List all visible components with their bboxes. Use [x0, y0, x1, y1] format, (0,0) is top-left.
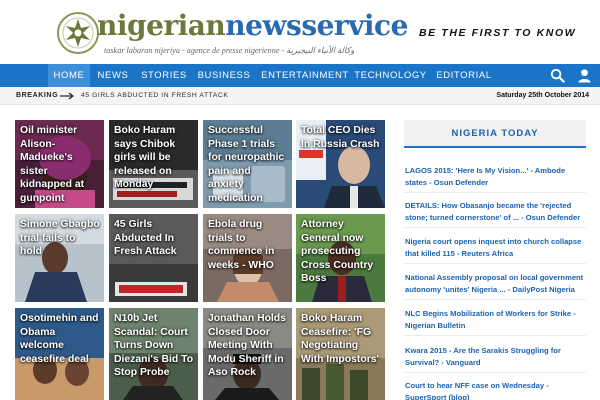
- news-tile-title: Simone Gbagbo trial fails to hold: [20, 219, 100, 257]
- news-tile-title: Total CEO Dies In Russia Crash: [301, 125, 380, 150]
- sidebar-link[interactable]: DETAILS: How Obasanjo became the 'reject…: [405, 200, 587, 223]
- header-slogan: BE THE FIRST TO KNOW: [419, 27, 577, 39]
- news-tile[interactable]: Attorney General now prosecuting Cross C…: [296, 214, 385, 302]
- sidebar-divider: [404, 263, 586, 264]
- sidebar-nigeria-today: NIGERIA TODAY LAGOS 2015: 'Here Is My Vi…: [404, 120, 586, 400]
- logo-wordmark: nigeriannewsservice: [97, 11, 408, 41]
- sidebar-divider: [404, 299, 586, 300]
- logo-emblem-icon: [57, 12, 99, 54]
- news-tile[interactable]: Successful Phase 1 trials for neuropathi…: [203, 120, 292, 208]
- breaking-label: BREAKING: [16, 92, 59, 99]
- news-tile[interactable]: Boko Haram Ceasefire: 'FG Negotiating Wi…: [296, 308, 385, 400]
- current-date: Saturday 25th October 2014: [496, 92, 589, 99]
- search-icon[interactable]: [550, 68, 565, 83]
- news-tile[interactable]: Ebola drug trials to commence in weeks -…: [203, 214, 292, 302]
- news-tile-title: Oil minister Alison-Madueke's sister kid…: [20, 125, 85, 204]
- nav-item-stories[interactable]: STORIES: [137, 64, 191, 87]
- sidebar-link[interactable]: LAGOS 2015: 'Here Is My Vision...' - Amb…: [405, 165, 587, 188]
- news-tile[interactable]: Jonathan Holds Closed Door Meeting With …: [203, 308, 292, 400]
- news-tile[interactable]: N10b Jet Scandal: Court Turns Down Dieza…: [109, 308, 198, 400]
- news-tile-title: Boko Haram says Chibok girls will be rel…: [114, 125, 176, 190]
- sidebar-title: NIGERIA TODAY: [451, 128, 539, 139]
- nav-item-technology[interactable]: TECHNOLOGY: [354, 64, 427, 87]
- sidebar-header: NIGERIA TODAY: [404, 120, 586, 148]
- nav-item-business[interactable]: BUSINESS: [194, 64, 254, 87]
- page: nigeriannewsservice taskar labaran nijer…: [0, 0, 600, 400]
- logo-part-newsservice: newsservice: [225, 9, 408, 42]
- news-tile[interactable]: Osotimehin and Obama welcome ceasefire d…: [15, 308, 104, 400]
- news-tile-title: Boko Haram Ceasefire: 'FG Negotiating Wi…: [301, 313, 379, 365]
- arrow-right-icon: [60, 92, 74, 100]
- user-icon[interactable]: [577, 68, 592, 83]
- logo-part-nigerian: nigerian: [97, 9, 226, 42]
- featured-grid: Oil minister Alison-Madueke's sister kid…: [15, 120, 385, 400]
- news-tile[interactable]: Simone Gbagbo trial fails to hold: [15, 214, 104, 302]
- news-tile-title: Attorney General now prosecuting Cross C…: [301, 219, 374, 284]
- news-tile[interactable]: 45 Girls Abducted In Fresh Attack: [109, 214, 198, 302]
- nav-item-entertainment[interactable]: ENTERTAINMENT: [260, 64, 350, 87]
- site-header: nigeriannewsservice taskar labaran nijer…: [0, 0, 600, 64]
- sidebar-link[interactable]: Court to hear NFF case on Wednesday - Su…: [405, 380, 587, 400]
- nav-item-news[interactable]: NEWS: [92, 64, 134, 87]
- nav-item-home[interactable]: HOME: [48, 64, 90, 87]
- nav-item-editorial[interactable]: EDITORIAL: [432, 64, 496, 87]
- logo-tagline: taskar labaran nijeriya - agence de pres…: [104, 46, 355, 55]
- sidebar-divider: [404, 227, 586, 228]
- news-tile-title: N10b Jet Scandal: Court Turns Down Dieza…: [114, 313, 194, 378]
- sidebar-link[interactable]: Nigeria court opens inquest into church …: [405, 236, 587, 259]
- news-tile[interactable]: Oil minister Alison-Madueke's sister kid…: [15, 120, 104, 208]
- news-tile-title: 45 Girls Abducted In Fresh Attack: [114, 219, 177, 257]
- breaking-news-bar: BREAKING 45 GIRLS ABDUCTED IN FRESH ATTA…: [0, 87, 600, 105]
- news-tile-title: Ebola drug trials to commence in weeks -…: [208, 219, 275, 271]
- sidebar-link[interactable]: Kwara 2015 - Are the Sarakis Struggling …: [405, 345, 587, 368]
- site-logo[interactable]: nigeriannewsservice taskar labaran nijer…: [55, 8, 408, 60]
- main-nav: HOME NEWS STORIES BUSINESS ENTERTAINMENT…: [0, 64, 600, 87]
- sidebar-divider: [404, 192, 586, 193]
- breaking-headline[interactable]: 45 GIRLS ABDUCTED IN FRESH ATTACK: [81, 87, 228, 105]
- sidebar-divider: [404, 372, 586, 373]
- news-tile[interactable]: Boko Haram says Chibok girls will be rel…: [109, 120, 198, 208]
- news-tile-title: Osotimehin and Obama welcome ceasefire d…: [20, 313, 99, 365]
- sidebar-divider: [404, 335, 586, 336]
- news-tile-title: Successful Phase 1 trials for neuropathi…: [208, 125, 285, 204]
- news-tile[interactable]: Total CEO Dies In Russia Crash: [296, 120, 385, 208]
- sidebar-link[interactable]: National Assembly proposal on local gove…: [405, 272, 587, 295]
- news-tile-title: Jonathan Holds Closed Door Meeting With …: [208, 313, 286, 378]
- sidebar-link[interactable]: NLC Begins Mobilization of Workers for S…: [405, 308, 587, 331]
